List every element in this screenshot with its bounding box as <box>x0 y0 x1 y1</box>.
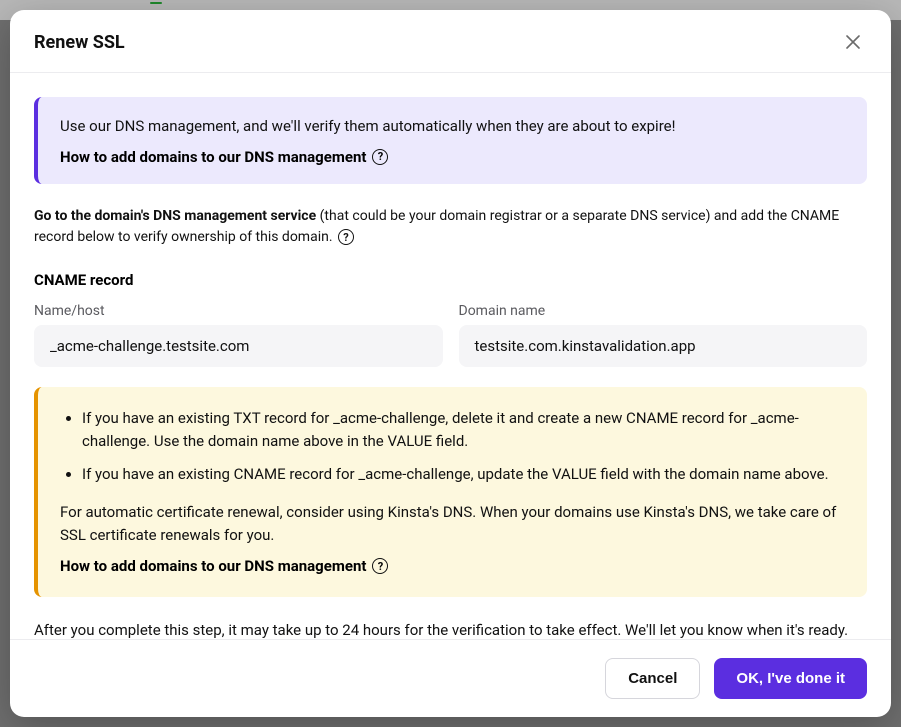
help-icon[interactable]: ? <box>338 229 354 245</box>
modal-title: Renew SSL <box>34 32 125 53</box>
info-callout-purple: Use our DNS management, and we'll verify… <box>34 97 867 184</box>
dns-management-link[interactable]: How to add domains to our DNS management… <box>60 148 845 166</box>
help-icon: ? <box>372 558 388 574</box>
modal-body: Use our DNS management, and we'll verify… <box>10 73 891 639</box>
domain-name-label: Domain name <box>459 303 868 319</box>
cname-section-label: CNAME record <box>34 271 867 289</box>
warning-body-text: For automatic certificate renewal, consi… <box>60 501 845 548</box>
warning-bullet-1: If you have an existing TXT record for _… <box>82 407 845 454</box>
dns-instruction-text: Go to the domain's DNS management servic… <box>34 206 867 249</box>
name-host-value[interactable]: _acme-challenge.testsite.com <box>34 325 443 367</box>
cname-fields: Name/host _acme-challenge.testsite.com D… <box>34 303 867 367</box>
dns-management-link-yellow[interactable]: How to add domains to our DNS management… <box>60 557 845 575</box>
warning-callout-yellow: If you have an existing TXT record for _… <box>34 387 867 597</box>
name-host-field: Name/host _acme-challenge.testsite.com <box>34 303 443 367</box>
renew-ssl-modal: Renew SSL Use our DNS management, and we… <box>10 10 891 717</box>
verification-note: After you complete this step, it may tak… <box>34 619 867 639</box>
modal-header: Renew SSL <box>10 10 891 73</box>
domain-name-value[interactable]: testsite.com.kinstavalidation.app <box>459 325 868 367</box>
modal-footer: Cancel OK, I've done it <box>10 639 891 717</box>
warning-bullet-list: If you have an existing TXT record for _… <box>60 407 845 487</box>
dns-instruction-bold: Go to the domain's DNS management servic… <box>34 208 316 224</box>
callout-purple-text: Use our DNS management, and we'll verify… <box>60 115 845 138</box>
cancel-button[interactable]: Cancel <box>605 658 700 699</box>
domain-name-field: Domain name testsite.com.kinstavalidatio… <box>459 303 868 367</box>
name-host-label: Name/host <box>34 303 443 319</box>
warning-bullet-2: If you have an existing CNAME record for… <box>82 463 845 486</box>
close-button[interactable] <box>839 28 867 56</box>
dns-management-link-text: How to add domains to our DNS management <box>60 148 366 166</box>
close-icon <box>846 35 860 49</box>
confirm-button[interactable]: OK, I've done it <box>714 658 867 699</box>
dns-management-link-yellow-text: How to add domains to our DNS management <box>60 557 366 575</box>
help-icon: ? <box>372 149 388 165</box>
